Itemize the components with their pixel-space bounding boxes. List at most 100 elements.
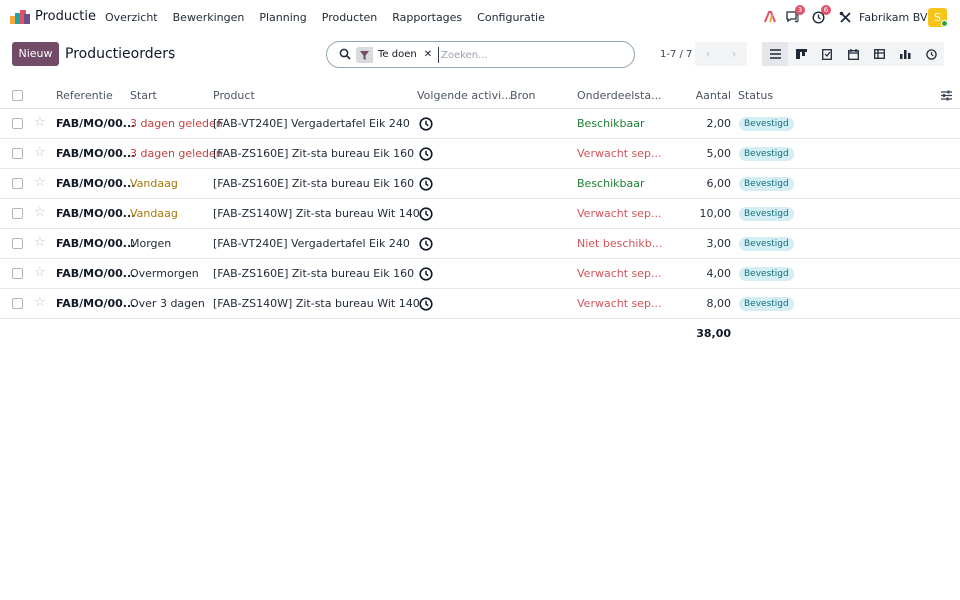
view-kanban-button[interactable] (788, 42, 814, 66)
column-header-status[interactable]: Status (738, 89, 773, 102)
cell-start: Morgen (130, 237, 172, 250)
row-checkbox[interactable] (12, 118, 23, 129)
cell-component-status: Verwacht sep... (577, 207, 662, 220)
table-row[interactable]: ☆ FAB/MO/00... 3 dagen geleden [FAB-ZS16… (0, 139, 960, 169)
table-row[interactable]: ☆ FAB/MO/00... Overmorgen [FAB-ZS160E] Z… (0, 259, 960, 289)
column-header-reference[interactable]: Referentie (56, 89, 113, 102)
cell-start: Vandaag (130, 177, 178, 190)
messages-button[interactable]: 3 (784, 5, 805, 26)
actions-menu-icon[interactable]: ⋮ (166, 47, 178, 61)
cell-reference: FAB/MO/00... (56, 267, 136, 280)
search-icon[interactable] (339, 48, 351, 60)
activity-clock-icon[interactable] (419, 297, 433, 311)
column-header-start[interactable]: Start (130, 89, 157, 102)
page-title: Productieorders (65, 46, 176, 62)
view-list-button[interactable] (762, 42, 788, 66)
column-header-product[interactable]: Product (213, 89, 255, 102)
star-icon[interactable]: ☆ (34, 265, 46, 280)
cell-product: [FAB-VT240E] Vergadertafel Eik 240 (213, 117, 410, 130)
status-badge: Bevestigd (739, 267, 794, 281)
debug-icon[interactable] (762, 8, 778, 26)
new-button[interactable]: Nieuw (12, 42, 59, 66)
view-pivot-button[interactable] (866, 42, 892, 66)
activity-clock-icon[interactable] (419, 117, 433, 131)
main-menu: Overzicht Bewerkingen Planning Producten… (105, 11, 560, 24)
row-checkbox[interactable] (12, 238, 23, 249)
search-input[interactable] (438, 47, 618, 63)
view-graph-button[interactable] (892, 42, 918, 66)
activity-clock-icon[interactable] (419, 207, 433, 221)
row-checkbox[interactable] (12, 298, 23, 309)
cell-reference: FAB/MO/00... (56, 117, 136, 130)
table-row[interactable]: ☆ FAB/MO/00... Morgen [FAB-VT240E] Verga… (0, 229, 960, 259)
kanban-icon (795, 49, 807, 59)
facet-close-icon[interactable]: ✕ (421, 47, 437, 63)
menu-bewerkingen[interactable]: Bewerkingen (173, 11, 245, 24)
clock-icon (925, 48, 937, 60)
settings-tools-button[interactable] (837, 8, 853, 26)
cell-quantity: 10,00 (699, 207, 732, 220)
view-switcher (762, 42, 948, 66)
activity-clock-icon[interactable] (419, 237, 433, 251)
cell-product: [FAB-ZS160E] Zit-sta bureau Eik 160 (213, 267, 415, 280)
top-navbar: Productie Overzicht Bewerkingen Planning… (0, 0, 960, 34)
table-row[interactable]: ☆ FAB/MO/00... Over 3 dagen [FAB-ZS140W]… (0, 289, 960, 319)
star-icon[interactable]: ☆ (34, 295, 46, 310)
cell-product: [FAB-ZS160E] Zit-sta bureau Eik 160 (213, 147, 415, 160)
column-header-source[interactable]: Bron (510, 89, 536, 102)
manufacturing-app-icon[interactable] (10, 10, 30, 24)
online-status-dot (941, 20, 948, 27)
view-form-button[interactable] (814, 42, 840, 66)
status-badge: Bevestigd (739, 297, 794, 311)
menu-rapportages[interactable]: Rapportages (392, 11, 462, 24)
table-row[interactable]: ☆ FAB/MO/00... Vandaag [FAB-ZS140W] Zit-… (0, 199, 960, 229)
menu-planning[interactable]: Planning (259, 11, 306, 24)
star-icon[interactable]: ☆ (34, 145, 46, 160)
view-calendar-button[interactable] (840, 42, 866, 66)
company-switcher[interactable]: Fabrikam BV (859, 11, 927, 24)
star-icon[interactable]: ☆ (34, 205, 46, 220)
status-badge: Bevestigd (739, 207, 794, 221)
pager-value[interactable]: 1-7 / 7 (660, 49, 692, 60)
cell-quantity: 6,00 (706, 177, 732, 190)
app-name[interactable]: Productie (35, 9, 96, 24)
row-checkbox[interactable] (12, 148, 23, 159)
cell-component-status: Niet beschikb... (577, 237, 663, 250)
tools-icon (839, 11, 851, 23)
optional-columns-icon[interactable] (941, 90, 952, 101)
cell-product: [FAB-ZS140W] Zit-sta bureau Wit 140 (213, 207, 420, 220)
menu-overzicht[interactable]: Overzicht (105, 11, 158, 24)
chevron-left-icon: ‹ (705, 47, 711, 61)
cell-start: Over 3 dagen (130, 297, 205, 310)
cell-reference: FAB/MO/00... (56, 147, 136, 160)
activity-clock-icon[interactable] (419, 177, 433, 191)
list-icon (769, 49, 781, 59)
column-header-activity[interactable]: Volgende activi... (417, 89, 512, 102)
menu-configuratie[interactable]: Configuratie (477, 11, 545, 24)
row-checkbox[interactable] (12, 268, 23, 279)
row-checkbox[interactable] (12, 208, 23, 219)
select-all-checkbox[interactable] (12, 90, 23, 101)
activity-clock-icon[interactable] (419, 147, 433, 161)
star-icon[interactable]: ☆ (34, 115, 46, 130)
table-row[interactable]: ☆ FAB/MO/00... 3 dagen geleden [FAB-VT24… (0, 109, 960, 139)
messages-count-badge: 3 (795, 5, 805, 15)
cell-quantity: 5,00 (706, 147, 732, 160)
cell-start: 3 dagen geleden (130, 147, 223, 160)
cell-component-status: Beschikbaar (577, 117, 645, 130)
cell-reference: FAB/MO/00... (56, 207, 136, 220)
table-row[interactable]: ☆ FAB/MO/00... Vandaag [FAB-ZS160E] Zit-… (0, 169, 960, 199)
view-activity-button[interactable] (918, 42, 944, 66)
column-header-quantity[interactable]: Aantal (696, 89, 731, 102)
activities-button[interactable]: 6 (810, 5, 831, 26)
cell-reference: FAB/MO/00... (56, 237, 136, 250)
pager-previous-button[interactable]: ‹ (695, 42, 721, 66)
star-icon[interactable]: ☆ (34, 235, 46, 250)
activity-clock-icon[interactable] (419, 267, 433, 281)
status-badge: Bevestigd (739, 177, 794, 191)
row-checkbox[interactable] (12, 178, 23, 189)
menu-producten[interactable]: Producten (322, 11, 378, 24)
star-icon[interactable]: ☆ (34, 175, 46, 190)
pager-next-button[interactable]: › (721, 42, 747, 66)
column-header-component-status[interactable]: Onderdeelsta... (577, 89, 662, 102)
